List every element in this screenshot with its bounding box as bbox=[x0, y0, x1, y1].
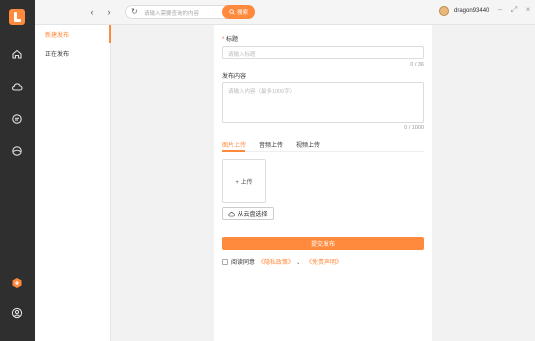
sub-navigation: 新建发布 正在发布 bbox=[35, 25, 111, 341]
tab-audio-upload[interactable]: 音频上传 bbox=[259, 140, 283, 149]
publish-icon[interactable] bbox=[10, 276, 24, 290]
cloud-select-button[interactable]: 从云盘选择 bbox=[222, 207, 274, 220]
tab-video-upload[interactable]: 视频上传 bbox=[296, 140, 320, 149]
title-label: * 标题 bbox=[222, 34, 238, 43]
avatar[interactable] bbox=[439, 6, 449, 16]
agreement-separator: 、 bbox=[297, 260, 304, 266]
cloud-select-label: 从云盘选择 bbox=[237, 212, 268, 218]
submit-button[interactable]: 提交发布 bbox=[222, 237, 424, 250]
left-sidebar bbox=[0, 0, 35, 341]
disclaimer-link[interactable]: 《免责声明》 bbox=[306, 257, 342, 266]
active-tab-indicator bbox=[222, 150, 245, 152]
search-button-label: 搜索 bbox=[236, 10, 248, 16]
publish-form: * 标题 请输入标题 0 / 36 发布内容 请输入内容（最多1000字） 0 … bbox=[214, 25, 432, 341]
title-label-text: 标题 bbox=[226, 37, 239, 43]
agree-checkbox[interactable] bbox=[222, 258, 228, 265]
tab-image-upload[interactable]: 图片上传 bbox=[222, 140, 246, 149]
username[interactable]: dragon93440 bbox=[454, 8, 489, 14]
cloud-icon[interactable] bbox=[10, 80, 24, 94]
content-textarea[interactable]: 请输入内容（最多1000字） bbox=[222, 82, 424, 123]
title-placeholder: 请输入标题 bbox=[228, 52, 256, 58]
search-icon bbox=[229, 9, 235, 15]
agree-text: 阅读同意 bbox=[231, 260, 256, 266]
search-button[interactable]: 搜索 bbox=[222, 5, 255, 19]
content-placeholder: 请输入内容（最多1000字） bbox=[228, 89, 296, 95]
minimize-icon[interactable]: – bbox=[495, 5, 505, 17]
cloud-icon bbox=[228, 211, 236, 216]
close-icon[interactable]: × bbox=[523, 5, 533, 17]
upload-box[interactable]: + 上传 bbox=[222, 159, 266, 203]
content-counter: 0 / 1000 bbox=[404, 125, 424, 131]
user-icon[interactable] bbox=[10, 306, 24, 320]
title-input[interactable]: 请输入标题 bbox=[222, 46, 424, 59]
submit-label: 提交发布 bbox=[310, 242, 335, 248]
upload-tabs: 图片上传 音频上传 视频上传 bbox=[222, 134, 424, 152]
forward-icon[interactable]: › bbox=[102, 5, 116, 19]
search-input[interactable]: 请输入需要查询的内容 bbox=[144, 9, 199, 17]
refresh-icon[interactable]: ↻ bbox=[131, 7, 138, 16]
message-icon[interactable] bbox=[10, 112, 24, 126]
upload-label: + 上传 bbox=[235, 179, 253, 186]
subnav-item-new-post[interactable]: 新建发布 bbox=[35, 25, 111, 43]
privacy-policy-link[interactable]: 《隐私政策》 bbox=[258, 257, 294, 266]
back-icon[interactable]: ‹ bbox=[85, 5, 99, 19]
subnav-item-publishing[interactable]: 正在发布 bbox=[35, 44, 111, 62]
top-bar: ‹ › ↻ 请输入需要查询的内容 搜索 dragon93440 – ⤢ × bbox=[35, 0, 535, 25]
maximize-icon[interactable]: ⤢ bbox=[509, 5, 519, 17]
home-icon[interactable] bbox=[10, 47, 24, 61]
agreement-row: 阅读同意 《隐私政策》 、 《免责声明》 bbox=[222, 257, 342, 266]
app-logo bbox=[9, 9, 25, 25]
title-counter: 0 / 36 bbox=[410, 62, 424, 68]
explore-icon[interactable] bbox=[10, 144, 24, 158]
content-label: 发布内容 bbox=[222, 74, 247, 80]
